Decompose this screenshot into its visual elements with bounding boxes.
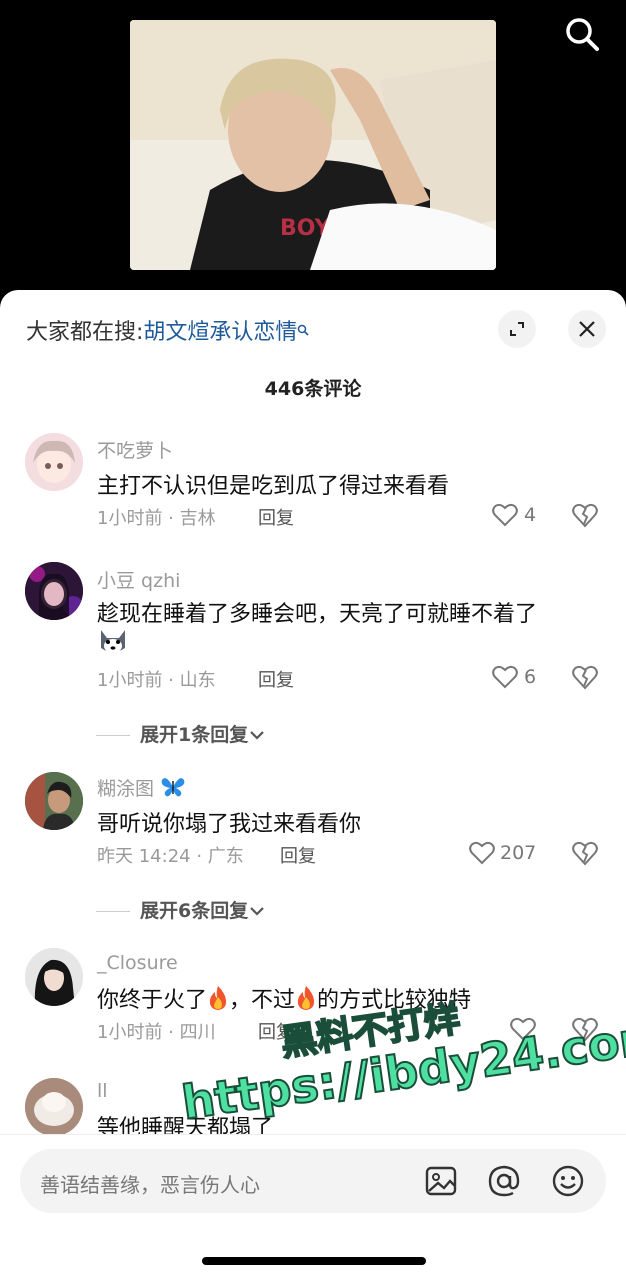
video-player[interactable]: BOYS bbox=[0, 0, 626, 300]
like-count: 6 bbox=[524, 666, 537, 688]
divider bbox=[96, 735, 130, 736]
butterfly-icon bbox=[160, 778, 186, 800]
chevron-down-icon bbox=[248, 900, 266, 922]
search-small-icon bbox=[297, 317, 310, 336]
expand-icon bbox=[510, 322, 524, 336]
comment-sheet: 大家都在搜:胡文煊承认恋情 446条评论 不吃萝卜 主打不认识但是吃到瓜了得过来… bbox=[0, 290, 626, 1280]
avatar[interactable] bbox=[25, 433, 83, 491]
like-icon[interactable] bbox=[492, 665, 518, 689]
mention-icon[interactable] bbox=[487, 1164, 521, 1198]
dislike-icon[interactable] bbox=[572, 840, 598, 866]
trending-search[interactable]: 大家都在搜:胡文煊承认恋情 bbox=[26, 314, 310, 346]
fire-emoji-icon bbox=[207, 985, 229, 1011]
search-icon[interactable] bbox=[562, 14, 602, 54]
fullscreen-button[interactable] bbox=[498, 310, 536, 348]
home-indicator[interactable] bbox=[202, 1257, 426, 1265]
like-count: 4 bbox=[524, 504, 537, 526]
comment-meta: 1小时前 · 四川 bbox=[97, 1022, 216, 1043]
comment-username[interactable]: _Closure bbox=[97, 952, 178, 974]
like-icon[interactable] bbox=[469, 841, 495, 865]
avatar[interactable] bbox=[25, 948, 83, 1006]
trending-prefix: 大家都在搜: bbox=[26, 320, 144, 345]
comment-input-placeholder: 善语结善缘，恶言伤人心 bbox=[40, 1173, 260, 1197]
expand-replies-label: 展开1条回复 bbox=[140, 724, 249, 746]
comment-input[interactable]: 善语结善缘，恶言伤人心 bbox=[20, 1149, 606, 1213]
comment-username[interactable]: 小豆 qzhi bbox=[97, 566, 180, 593]
reply-button[interactable]: 回复 bbox=[258, 666, 294, 692]
close-icon bbox=[579, 321, 595, 337]
expand-replies-label: 展开6条回复 bbox=[140, 900, 249, 922]
comment-username[interactable]: 糊涂图 bbox=[97, 774, 186, 801]
image-icon[interactable] bbox=[424, 1164, 458, 1198]
reply-button[interactable]: 回复 bbox=[280, 842, 316, 868]
comment-meta: 昨天 14:24 · 广东 bbox=[97, 846, 244, 867]
avatar[interactable] bbox=[25, 772, 83, 830]
like-count: 207 bbox=[500, 842, 537, 864]
expand-replies-button[interactable]: 展开6条回复 bbox=[96, 896, 266, 923]
divider bbox=[96, 911, 130, 912]
comment-text-part: ，不过 bbox=[229, 988, 296, 1013]
like-icon[interactable] bbox=[492, 503, 518, 527]
dislike-icon[interactable] bbox=[572, 664, 598, 690]
avatar[interactable] bbox=[25, 562, 83, 620]
comment-text: 趁现在睡着了多睡会吧，天亮了可就睡不着了 bbox=[97, 602, 538, 627]
expand-replies-button[interactable]: 展开1条回复 bbox=[96, 720, 266, 747]
fire-emoji-icon bbox=[295, 985, 317, 1011]
chevron-down-icon bbox=[248, 724, 266, 746]
avatar[interactable] bbox=[25, 1078, 83, 1136]
reply-button[interactable]: 回复 bbox=[258, 504, 294, 530]
comment-username[interactable]: 不吃萝卜 bbox=[97, 436, 173, 463]
dislike-icon[interactable] bbox=[572, 502, 598, 528]
comment-text: 主打不认识但是吃到瓜了得过来看看 bbox=[97, 474, 450, 499]
comment-meta: 1小时前 · 吉林 bbox=[97, 508, 216, 529]
comment-text-part: 你终于火了 bbox=[97, 988, 208, 1013]
husky-sticker-icon bbox=[97, 626, 129, 656]
comment-text: 哥听说你塌了我过来看看你 bbox=[97, 812, 362, 837]
comment-username-text: 糊涂图 bbox=[97, 778, 155, 800]
emoji-icon[interactable] bbox=[551, 1164, 585, 1198]
close-button[interactable] bbox=[568, 310, 606, 348]
comment-username[interactable]: ll bbox=[97, 1080, 108, 1102]
comment-input-bar: 善语结善缘，恶言伤人心 bbox=[0, 1134, 626, 1280]
video-thumbnail: BOYS bbox=[130, 20, 496, 270]
comment-meta: 1小时前 · 山东 bbox=[97, 670, 216, 691]
trending-keyword[interactable]: 胡文煊承认恋情 bbox=[143, 320, 297, 345]
comments-count: 446条评论 bbox=[264, 378, 362, 400]
